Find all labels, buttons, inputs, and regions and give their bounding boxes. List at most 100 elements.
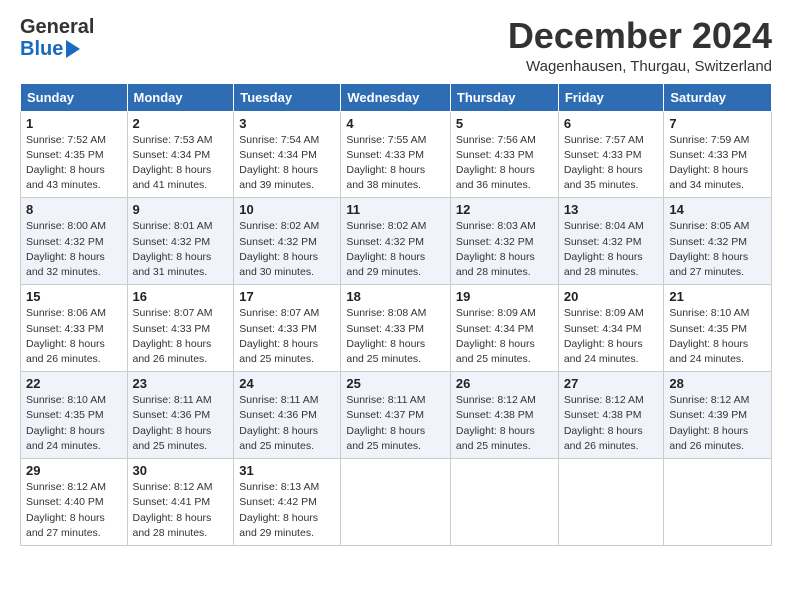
- day-info: Sunrise: 7:57 AMSunset: 4:33 PMDaylight:…: [564, 133, 659, 194]
- day-number: 30: [133, 463, 229, 478]
- day-info: Sunrise: 8:08 AMSunset: 4:33 PMDaylight:…: [346, 306, 445, 367]
- calendar-cell: [664, 459, 772, 546]
- day-number: 24: [239, 376, 335, 391]
- day-number: 19: [456, 289, 553, 304]
- calendar-cell: 4Sunrise: 7:55 AMSunset: 4:33 PMDaylight…: [341, 111, 451, 198]
- day-number: 23: [133, 376, 229, 391]
- day-info: Sunrise: 8:12 AMSunset: 4:39 PMDaylight:…: [669, 393, 766, 454]
- col-header-wednesday: Wednesday: [341, 83, 451, 111]
- calendar-cell: 30 Sunrise: 8:12 AMSunset: 4:41 PMDayligh…: [127, 459, 234, 546]
- day-number: 26: [456, 376, 553, 391]
- day-number: 22: [26, 376, 122, 391]
- day-number: 13: [564, 202, 659, 217]
- day-number: 29: [26, 463, 122, 478]
- day-info: Sunrise: 8:13 AMSunset: 4:42 PMDaylight:…: [239, 480, 335, 541]
- day-info: Sunrise: 8:06 AMSunset: 4:33 PMDaylight:…: [26, 306, 122, 367]
- day-number: 16: [133, 289, 229, 304]
- calendar-table: SundayMondayTuesdayWednesdayThursdayFrid…: [20, 83, 772, 546]
- col-header-monday: Monday: [127, 83, 234, 111]
- logo-triangle-icon: [66, 40, 80, 58]
- day-info: Sunrise: 8:10 AMSunset: 4:35 PMDaylight:…: [669, 306, 766, 367]
- subtitle: Wagenhausen, Thurgau, Switzerland: [508, 58, 772, 75]
- day-info: Sunrise: 8:12 AMSunset: 4:38 PMDaylight:…: [564, 393, 659, 454]
- calendar-cell: 28Sunrise: 8:12 AMSunset: 4:39 PMDayligh…: [664, 372, 772, 459]
- day-info: Sunrise: 8:01 AMSunset: 4:32 PMDaylight:…: [133, 219, 229, 280]
- col-header-saturday: Saturday: [664, 83, 772, 111]
- week-row-1: 8Sunrise: 8:00 AMSunset: 4:32 PMDaylight…: [21, 198, 772, 285]
- header: General Blue December 2024 Wagenhausen, …: [20, 16, 772, 75]
- calendar-cell: 13Sunrise: 8:04 AMSunset: 4:32 PMDayligh…: [558, 198, 664, 285]
- day-number: 7: [669, 116, 766, 131]
- day-info: Sunrise: 8:05 AMSunset: 4:32 PMDaylight:…: [669, 219, 766, 280]
- day-info: Sunrise: 8:12 AMSunset: 4:41 PMDaylight:…: [133, 480, 229, 541]
- day-number: 20: [564, 289, 659, 304]
- calendar-cell: 16 Sunrise: 8:07 AMSunset: 4:33 PMDayligh…: [127, 285, 234, 372]
- day-number: 18: [346, 289, 445, 304]
- day-number: 15: [26, 289, 122, 304]
- week-row-4: 29 Sunrise: 8:12 AMSunset: 4:40 PMDayligh…: [21, 459, 772, 546]
- calendar-cell: 10 Sunrise: 8:02 AMSunset: 4:32 PMDayligh…: [234, 198, 341, 285]
- calendar-cell: 20 Sunrise: 8:09 AMSunset: 4:34 PMDayligh…: [558, 285, 664, 372]
- day-info: Sunrise: 8:09 AMSunset: 4:34 PMDaylight:…: [564, 306, 659, 367]
- calendar-cell: 15 Sunrise: 8:06 AMSunset: 4:33 PMDayligh…: [21, 285, 128, 372]
- day-number: 1: [26, 116, 122, 131]
- day-info: Sunrise: 8:09 AMSunset: 4:34 PMDaylight:…: [456, 306, 553, 367]
- day-info: Sunrise: 8:07 AMSunset: 4:33 PMDaylight:…: [133, 306, 229, 367]
- day-info: Sunrise: 8:11 AMSunset: 4:37 PMDaylight:…: [346, 393, 445, 454]
- calendar-cell: 14 Sunrise: 8:05 AMSunset: 4:32 PMDayligh…: [664, 198, 772, 285]
- day-info: Sunrise: 8:02 AMSunset: 4:32 PMDaylight:…: [239, 219, 335, 280]
- calendar-cell: 26 Sunrise: 8:12 AMSunset: 4:38 PMDayligh…: [450, 372, 558, 459]
- day-number: 11: [346, 202, 445, 217]
- logo-general-text: General: [20, 16, 94, 38]
- main-title: December 2024: [508, 16, 772, 56]
- col-header-friday: Friday: [558, 83, 664, 111]
- calendar-cell: 22 Sunrise: 8:10 AMSunset: 4:35 PMDayligh…: [21, 372, 128, 459]
- calendar-cell: 17 Sunrise: 8:07 AMSunset: 4:33 PMDayligh…: [234, 285, 341, 372]
- day-info: Sunrise: 8:12 AMSunset: 4:38 PMDaylight:…: [456, 393, 553, 454]
- day-info: Sunrise: 8:11 AMSunset: 4:36 PMDaylight:…: [239, 393, 335, 454]
- day-info: Sunrise: 8:00 AMSunset: 4:32 PMDaylight:…: [26, 219, 122, 280]
- calendar-cell: 24 Sunrise: 8:11 AMSunset: 4:36 PMDayligh…: [234, 372, 341, 459]
- day-number: 14: [669, 202, 766, 217]
- calendar-cell: [341, 459, 451, 546]
- day-info: Sunrise: 7:53 AMSunset: 4:34 PMDaylight:…: [133, 133, 229, 194]
- day-info: Sunrise: 8:11 AMSunset: 4:36 PMDaylight:…: [133, 393, 229, 454]
- calendar-cell: 3Sunrise: 7:54 AMSunset: 4:34 PMDaylight…: [234, 111, 341, 198]
- day-info: Sunrise: 8:03 AMSunset: 4:32 PMDaylight:…: [456, 219, 553, 280]
- calendar-cell: 9 Sunrise: 8:01 AMSunset: 4:32 PMDaylight…: [127, 198, 234, 285]
- day-number: 31: [239, 463, 335, 478]
- calendar-cell: 2 Sunrise: 7:53 AMSunset: 4:34 PMDaylight…: [127, 111, 234, 198]
- logo: General Blue: [20, 16, 94, 60]
- calendar-cell: 1 Sunrise: 7:52 AMSunset: 4:35 PMDaylight…: [21, 111, 128, 198]
- day-number: 9: [133, 202, 229, 217]
- day-info: Sunrise: 7:55 AMSunset: 4:33 PMDaylight:…: [346, 133, 445, 194]
- column-header-row: SundayMondayTuesdayWednesdayThursdayFrid…: [21, 83, 772, 111]
- day-number: 6: [564, 116, 659, 131]
- day-number: 10: [239, 202, 335, 217]
- col-header-sunday: Sunday: [21, 83, 128, 111]
- calendar-cell: 31 Sunrise: 8:13 AMSunset: 4:42 PMDayligh…: [234, 459, 341, 546]
- day-info: Sunrise: 8:12 AMSunset: 4:40 PMDaylight:…: [26, 480, 122, 541]
- logo-blue-row: Blue: [20, 38, 94, 60]
- day-info: Sunrise: 7:59 AMSunset: 4:33 PMDaylight:…: [669, 133, 766, 194]
- calendar-cell: 8Sunrise: 8:00 AMSunset: 4:32 PMDaylight…: [21, 198, 128, 285]
- day-number: 3: [239, 116, 335, 131]
- week-row-0: 1 Sunrise: 7:52 AMSunset: 4:35 PMDaylight…: [21, 111, 772, 198]
- calendar-cell: 27 Sunrise: 8:12 AMSunset: 4:38 PMDayligh…: [558, 372, 664, 459]
- calendar-cell: [450, 459, 558, 546]
- day-number: 2: [133, 116, 229, 131]
- day-info: Sunrise: 7:52 AMSunset: 4:35 PMDaylight:…: [26, 133, 122, 194]
- day-info: Sunrise: 8:10 AMSunset: 4:35 PMDaylight:…: [26, 393, 122, 454]
- day-number: 27: [564, 376, 659, 391]
- day-info: Sunrise: 8:07 AMSunset: 4:33 PMDaylight:…: [239, 306, 335, 367]
- title-area: December 2024 Wagenhausen, Thurgau, Swit…: [508, 16, 772, 75]
- day-number: 17: [239, 289, 335, 304]
- day-number: 21: [669, 289, 766, 304]
- col-header-thursday: Thursday: [450, 83, 558, 111]
- calendar-cell: 21 Sunrise: 8:10 AMSunset: 4:35 PMDayligh…: [664, 285, 772, 372]
- calendar-cell: 19 Sunrise: 8:09 AMSunset: 4:34 PMDayligh…: [450, 285, 558, 372]
- day-number: 25: [346, 376, 445, 391]
- calendar-cell: 7 Sunrise: 7:59 AMSunset: 4:33 PMDaylight…: [664, 111, 772, 198]
- day-number: 12: [456, 202, 553, 217]
- col-header-tuesday: Tuesday: [234, 83, 341, 111]
